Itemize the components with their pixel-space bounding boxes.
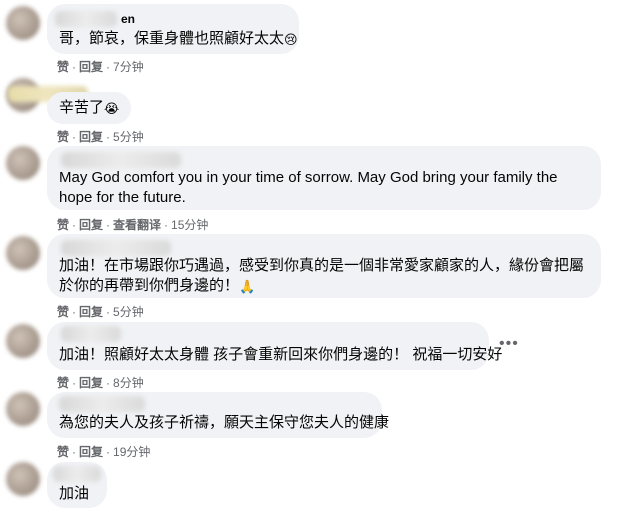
folded-hands-icon: 🙏 — [239, 279, 256, 294]
like-link[interactable]: 赞 — [57, 130, 69, 144]
timestamp[interactable]: 7分钟 — [113, 58, 144, 75]
see-translation-link[interactable]: 查看翻译 — [113, 218, 161, 232]
comment-actions: 赞 · 回复 · 查看翻译 · 15分钟 — [57, 216, 209, 233]
reply-link[interactable]: 回复 — [79, 376, 103, 390]
comment-bubble: 為您的夫人及孩子祈禱，願天主保守您夫人的健康 — [47, 392, 389, 438]
comment-text: 加油！在市場跟你巧遇過，感受到你真的是一個非常愛家顧家的人，緣份會把屬於你的再帶… — [59, 256, 591, 297]
comment-bubble: 加油！在市場跟你巧遇過，感受到你真的是一個非常愛家顧家的人，緣份會把屬於你的再帶… — [47, 234, 601, 298]
like-link[interactable]: 赞 — [57, 305, 69, 319]
timestamp[interactable]: 5分钟 — [113, 303, 144, 320]
like-link[interactable]: 赞 — [57, 218, 69, 232]
commenter-name[interactable]: en — [121, 12, 135, 26]
avatar[interactable] — [6, 236, 40, 270]
comment-text: May God comfort you in your time of sorr… — [59, 169, 558, 206]
crying-face-icon: 😢 — [284, 32, 298, 47]
timestamp[interactable]: 8分钟 — [113, 374, 144, 391]
reply-link[interactable]: 回复 — [79, 445, 103, 459]
comment-actions: 赞 · 回复 · 7分钟 — [57, 58, 144, 75]
comment-actions: 赞 · 回复 · 19分钟 — [57, 443, 151, 460]
avatar[interactable] — [6, 462, 40, 496]
timestamp[interactable]: 19分钟 — [113, 443, 150, 460]
avatar[interactable] — [6, 392, 40, 426]
name-redaction — [61, 152, 181, 168]
loudly-crying-face-icon: 😭 — [104, 101, 120, 116]
name-redaction — [59, 396, 145, 412]
reply-link[interactable]: 回复 — [79, 218, 103, 232]
name-redaction — [53, 466, 101, 482]
comment-text: 加油 — [59, 485, 90, 502]
comment-bubble: May God comfort you in your time of sorr… — [47, 146, 601, 210]
comment-actions: 赞 · 回复 · 8分钟 — [57, 374, 144, 391]
avatar[interactable] — [6, 324, 40, 358]
comment-bubble: 加油！照顧好太太身體 孩子會重新回來你們身邊的！ 祝福一切安好 — [47, 322, 502, 370]
name-redaction — [61, 240, 171, 256]
name-redaction — [61, 326, 121, 342]
timestamp[interactable]: 15分钟 — [171, 216, 208, 233]
comment-text: 為您的夫人及孩子祈禱，願天主保守您夫人的健康 — [59, 414, 390, 431]
like-link[interactable]: 赞 — [57, 376, 69, 390]
reply-link[interactable]: 回复 — [79, 305, 103, 319]
comment-text: 加油！照顧好太太身體 孩子會重新回來你們身邊的！ 祝福一切安好 — [59, 346, 503, 363]
comment-bubble: 加油 — [47, 462, 107, 508]
comment-bubble: 辛苦了😭 — [47, 92, 131, 124]
like-link[interactable]: 赞 — [57, 445, 69, 459]
comment-text: 辛苦了😭 — [59, 98, 119, 119]
avatar[interactable] — [6, 6, 40, 40]
reply-link[interactable]: 回复 — [79, 60, 103, 74]
comment-text: 哥，節哀，保重身體也照顧好太太😢 — [59, 29, 298, 50]
like-link[interactable]: 赞 — [57, 60, 69, 74]
more-dots-icon[interactable]: ••• — [499, 336, 519, 352]
comment-bubble: en 哥，節哀，保重身體也照顧好太太😢 — [47, 4, 299, 54]
avatar[interactable] — [6, 146, 40, 180]
reply-link[interactable]: 回复 — [79, 130, 103, 144]
comment-actions: 赞 · 回复 · 5分钟 — [57, 303, 144, 320]
timestamp[interactable]: 5分钟 — [113, 128, 144, 145]
name-redaction — [55, 11, 117, 27]
comment-actions: 赞 · 回复 · 5分钟 — [57, 128, 144, 145]
